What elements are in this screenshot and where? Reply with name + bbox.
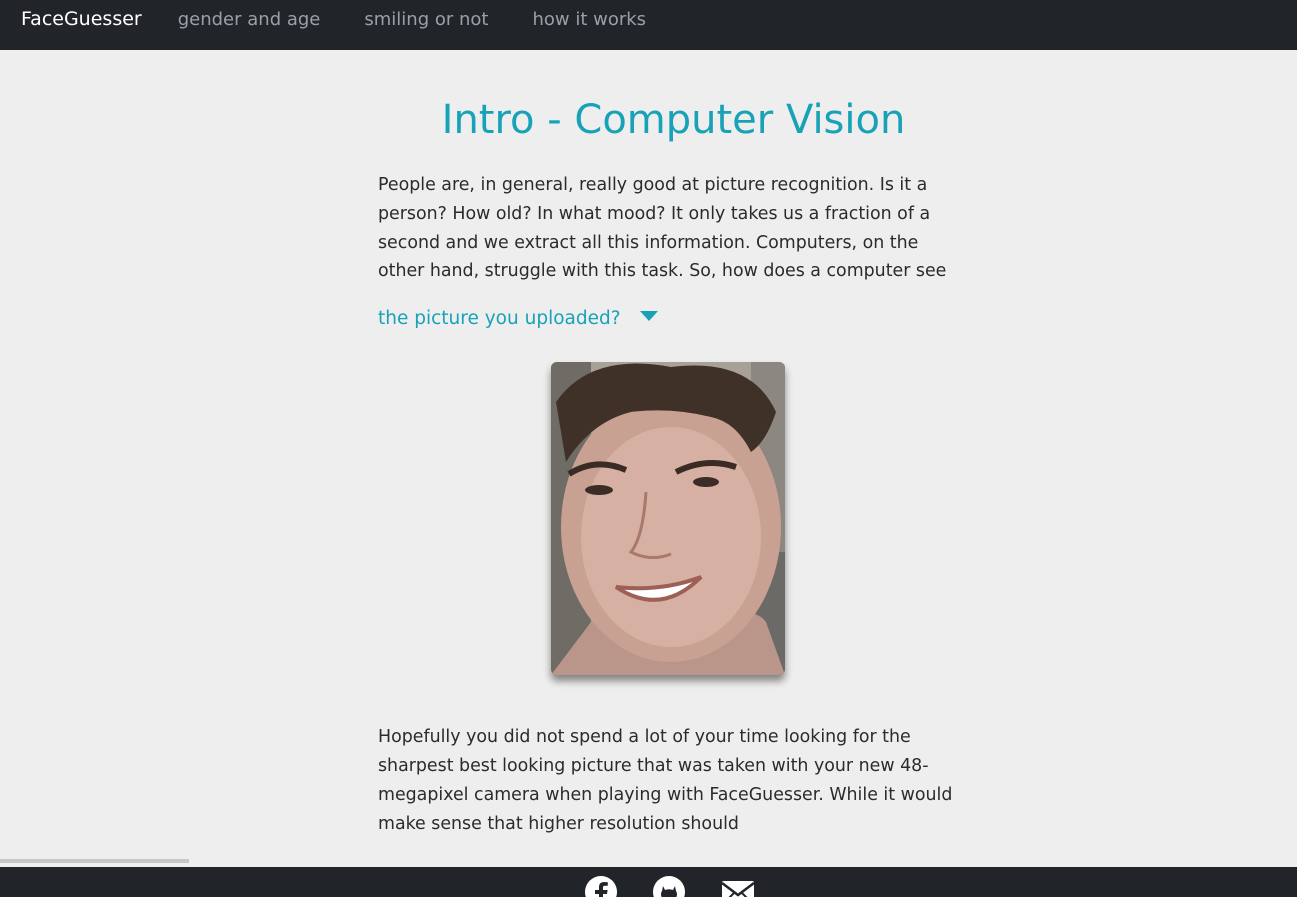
main-content: Intro - Computer Vision People are, in g… <box>378 50 968 838</box>
nav-link-smiling-or-not[interactable]: smiling or not <box>364 9 488 30</box>
nav-link-gender-and-age[interactable]: gender and age <box>178 9 321 30</box>
top-navbar: FaceGuesser gender and age smiling or no… <box>0 0 1297 50</box>
caret-down-icon <box>639 310 658 321</box>
mail-icon[interactable] <box>720 875 755 897</box>
toggle-label: the picture you uploaded? <box>378 308 621 330</box>
page-title: Intro - Computer Vision <box>441 97 906 143</box>
horizontal-scrollbar[interactable] <box>0 859 189 863</box>
uploaded-face-photo <box>551 362 785 676</box>
second-paragraph: Hopefully you did not spend a lot of you… <box>378 727 953 834</box>
facebook-icon[interactable] <box>584 875 618 897</box>
photo-container <box>378 362 968 676</box>
uploaded-picture-toggle[interactable]: the picture you uploaded? <box>378 308 968 329</box>
intro-paragraph: People are, in general, really good at p… <box>378 175 947 282</box>
brand-link[interactable]: FaceGuesser <box>21 8 142 30</box>
nav-link-how-it-works[interactable]: how it works <box>532 9 646 30</box>
github-icon[interactable] <box>652 875 686 897</box>
footer <box>0 867 1297 897</box>
